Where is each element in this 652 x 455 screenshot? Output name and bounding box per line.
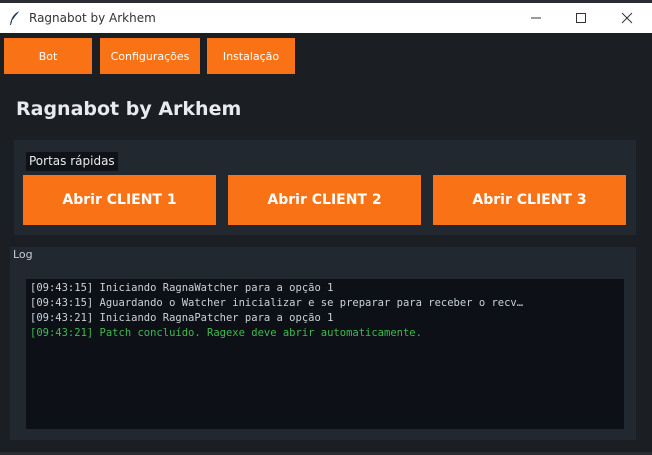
maximize-icon <box>576 13 586 23</box>
tab-configuracoes[interactable]: Configurações <box>100 38 200 74</box>
window-title: Ragnabot by Arkhem <box>29 11 156 25</box>
log-line: [09:43:15] Aguardando o Watcher iniciali… <box>30 297 524 309</box>
log-textbox[interactable]: [09:43:15] Iniciando RagnaWatcher para a… <box>26 279 624 429</box>
close-icon <box>621 12 633 24</box>
maximize-button[interactable] <box>558 3 604 33</box>
log-label: Log <box>13 248 33 261</box>
minimize-button[interactable] <box>513 3 559 33</box>
minimize-icon <box>531 17 541 19</box>
open-client-2-button[interactable]: Abrir CLIENT 2 <box>228 175 421 225</box>
open-client-1-button[interactable]: Abrir CLIENT 1 <box>23 175 216 225</box>
app-window: Ragnabot by Arkhem Bot Configurações Ins… <box>0 3 652 452</box>
close-button[interactable] <box>604 3 650 33</box>
log-line-success: [09:43:21] Patch concluído. Ragexe deve … <box>30 327 422 339</box>
log-line: [09:43:21] Iniciando RagnaPatcher para a… <box>30 312 334 324</box>
tab-bot[interactable]: Bot <box>4 38 92 74</box>
tab-instalacao[interactable]: Instalação <box>207 38 295 74</box>
page-title: Ragnabot by Arkhem <box>16 98 242 120</box>
title-bar: Ragnabot by Arkhem <box>0 3 652 33</box>
log-line: [09:43:15] Iniciando RagnaWatcher para a… <box>30 282 334 294</box>
feather-icon <box>8 10 22 26</box>
quick-ports-label: Portas rápidas <box>26 152 118 171</box>
open-client-3-button[interactable]: Abrir CLIENT 3 <box>433 175 626 225</box>
